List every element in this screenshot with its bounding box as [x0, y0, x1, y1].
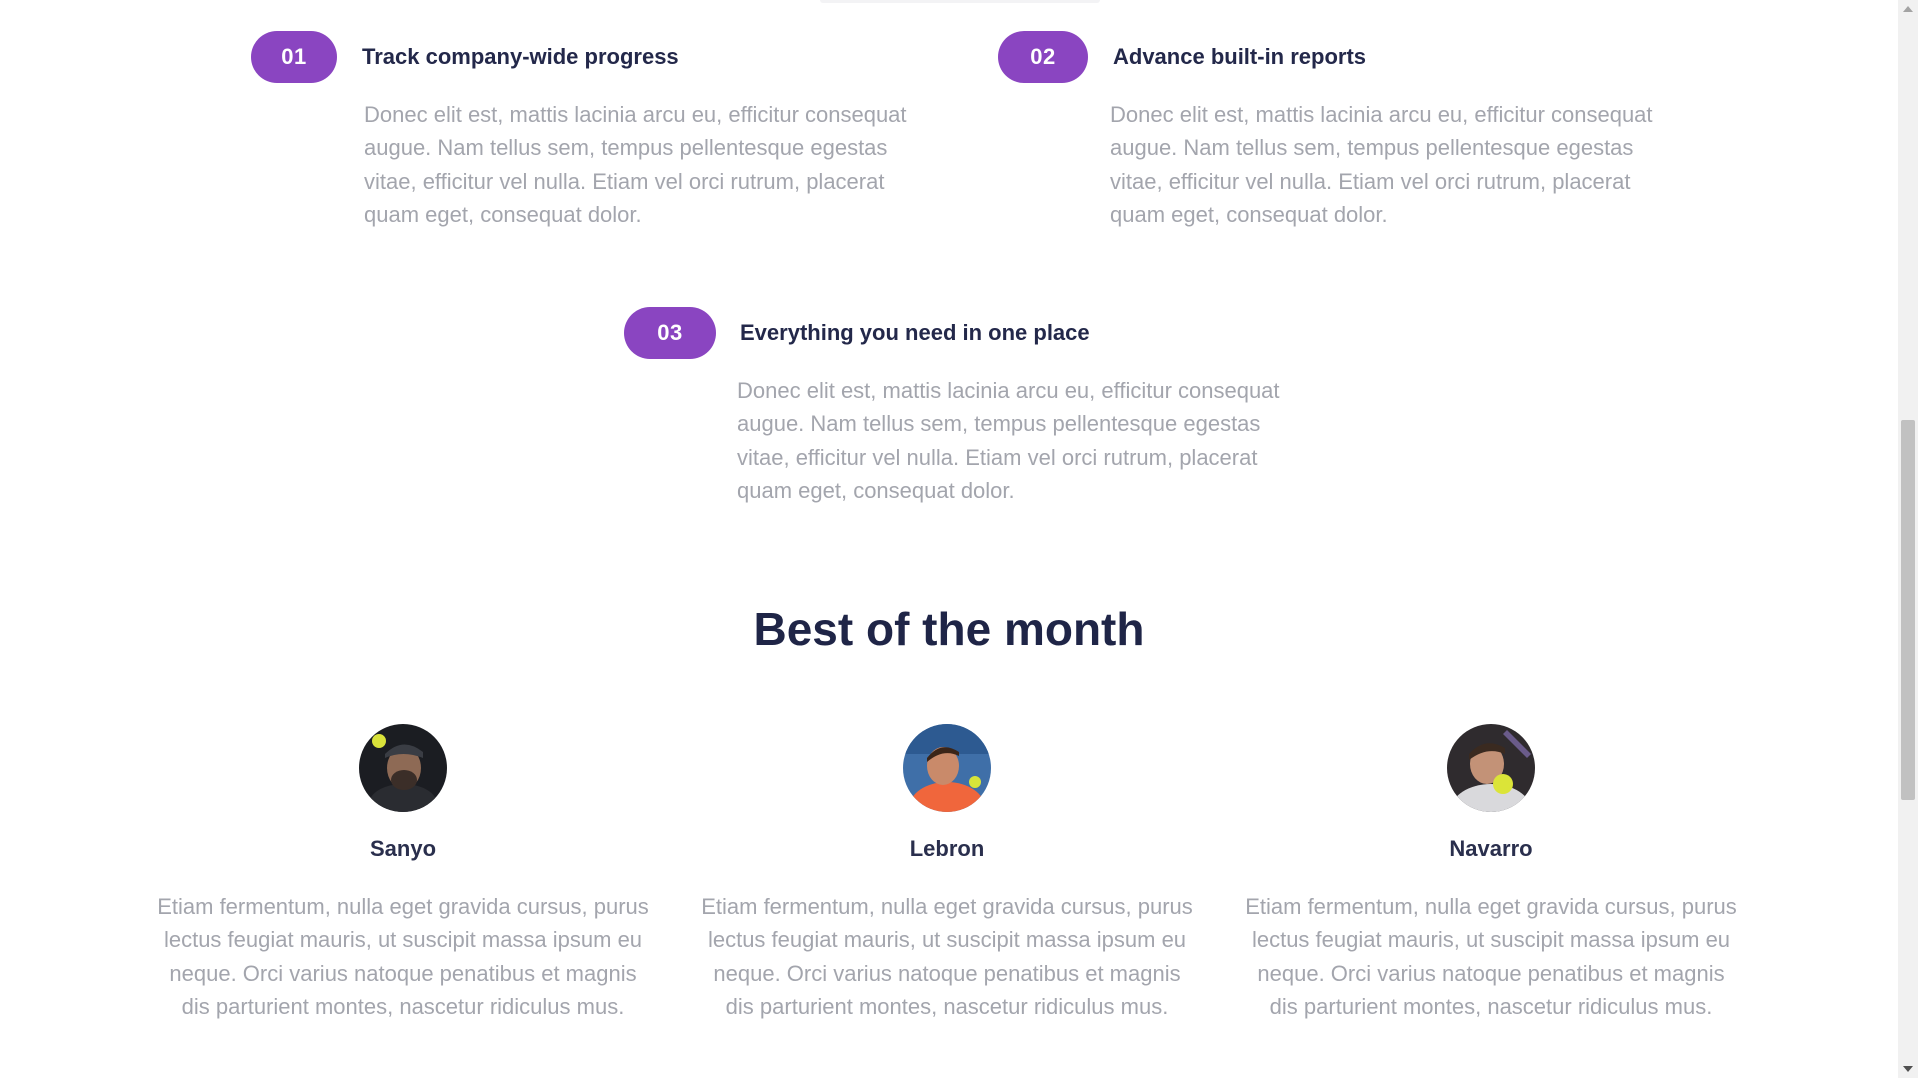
person-bio: Etiam fermentum, nulla eget gravida curs…: [701, 894, 1193, 1020]
scrollbar-thumb[interactable]: [1901, 420, 1915, 800]
feature-description: Donec elit est, mattis lacinia arcu eu, …: [1110, 102, 1653, 228]
feature-number-badge: 03: [624, 307, 716, 359]
person-card: Lebron Etiam fermentum, nulla eget gravi…: [697, 724, 1197, 1024]
person-name: Navarro: [1449, 836, 1533, 861]
feature-title: Advance built-in reports: [1113, 44, 1367, 69]
feature-number-badge: 02: [998, 31, 1088, 83]
person-name: Lebron: [909, 836, 985, 861]
scroll-up-arrow-icon[interactable]: [1903, 6, 1913, 12]
person-name: Sanyo: [369, 836, 437, 861]
best-of-month-heading: Best of the month: [753, 603, 1145, 655]
scroll-down-arrow-icon[interactable]: [1903, 1066, 1913, 1072]
page: 01 Track company-wide progress Donec eli…: [0, 0, 1918, 1078]
feature-title: Track company-wide progress: [362, 44, 679, 69]
feature-description: Donec elit est, mattis lacinia arcu eu, …: [737, 378, 1280, 504]
feature-number-badge: 01: [251, 31, 337, 83]
feature-description: Donec elit est, mattis lacinia arcu eu, …: [364, 102, 907, 228]
person-bio: Etiam fermentum, nulla eget gravida curs…: [1245, 894, 1737, 1020]
person-card: Navarro Etiam fermentum, nulla eget grav…: [1241, 724, 1741, 1024]
avatar: [359, 724, 447, 812]
vertical-scrollbar[interactable]: [1898, 0, 1918, 1078]
avatar: [903, 724, 991, 812]
avatar: [1447, 724, 1535, 812]
feature-title: Everything you need in one place: [740, 320, 1090, 345]
top-divider: [820, 0, 1100, 3]
person-card: Sanyo Etiam fermentum, nulla eget gravid…: [153, 724, 653, 1024]
person-bio: Etiam fermentum, nulla eget gravida curs…: [157, 894, 649, 1020]
